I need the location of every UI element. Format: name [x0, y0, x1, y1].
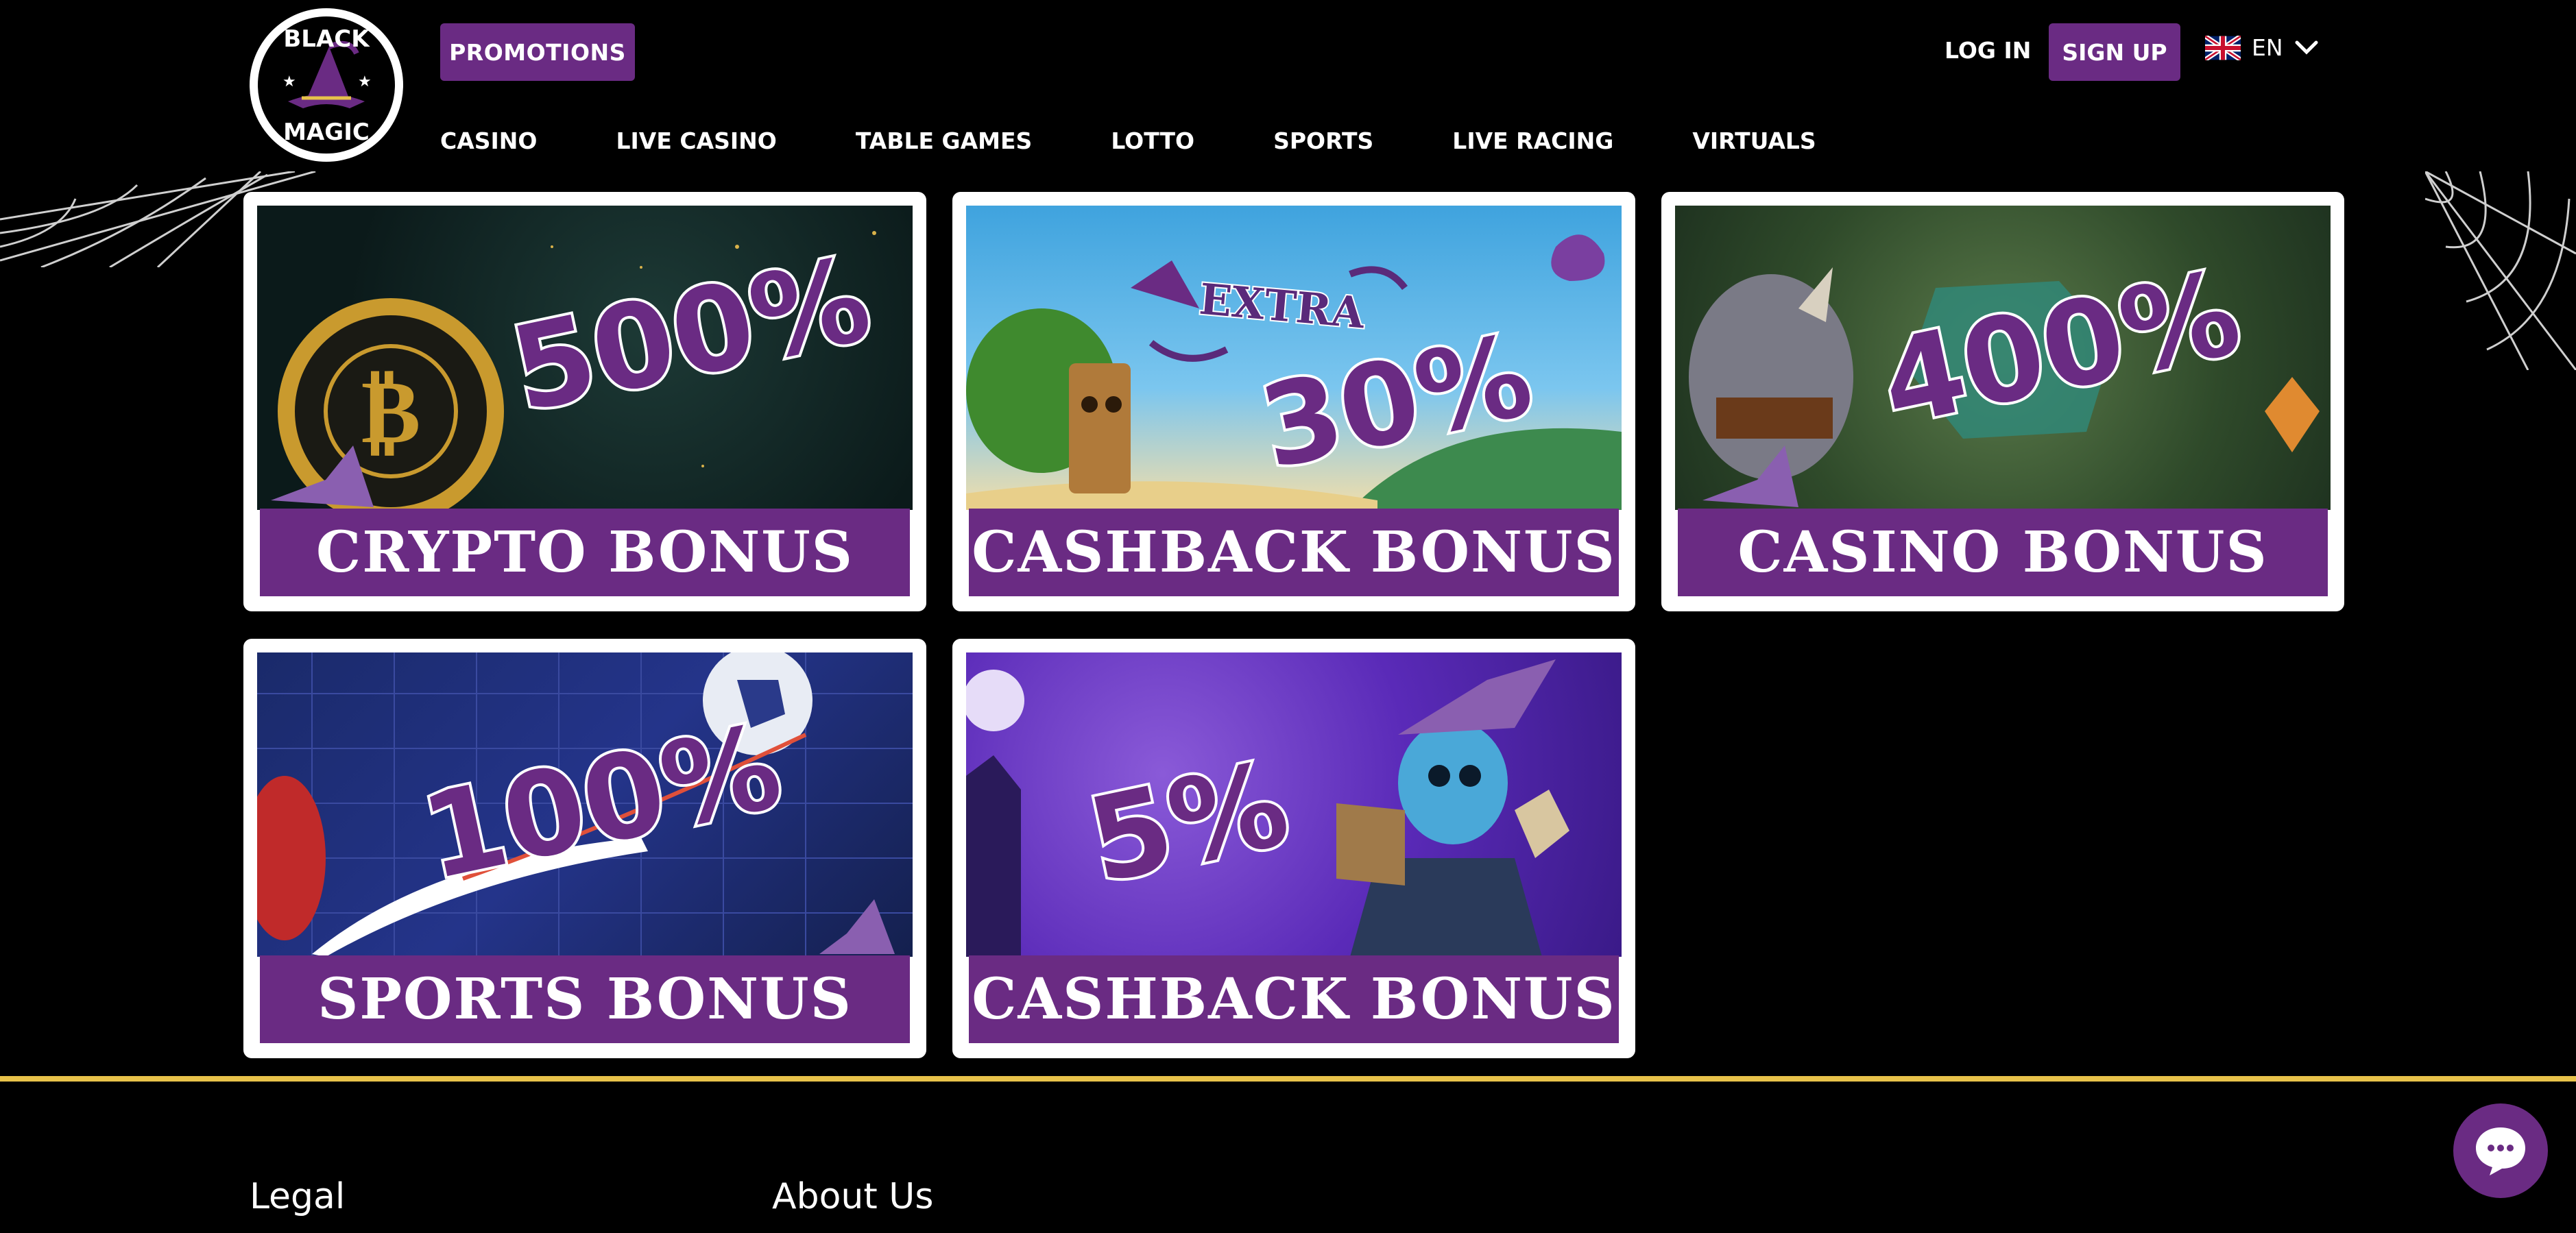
nav-lotto[interactable]: LOTTO [1111, 127, 1194, 154]
footer [0, 1082, 2576, 1233]
footer-divider [0, 1076, 2576, 1082]
promo-title: SPORTS BONUS [317, 966, 852, 1032]
language-code: EN [2252, 34, 2283, 61]
promo-image-cashback [966, 652, 1622, 957]
main-nav: CASINO LIVE CASINO TABLE GAMES LOTTO SPO… [440, 127, 1895, 154]
promo-title-bar: SPORTS BONUS [260, 955, 910, 1043]
svg-text:★: ★ [358, 73, 372, 90]
svg-text:★: ★ [282, 73, 296, 90]
svg-text:₿: ₿ [361, 359, 421, 463]
promotions-button[interactable]: PROMOTIONS [440, 23, 635, 81]
promo-title-bar: CASHBACK BONUS [969, 509, 1619, 596]
signup-button[interactable]: SIGN UP [2049, 23, 2180, 81]
skull-wizard-icon [966, 659, 1569, 957]
nav-live-racing[interactable]: LIVE RACING [1452, 127, 1613, 154]
nav-virtuals[interactable]: VIRTUALS [1692, 127, 1816, 154]
nav-casino[interactable]: CASINO [440, 127, 537, 154]
promo-card-crypto[interactable]: ₿ 500% CRYPTO BONUS [243, 192, 926, 611]
promo-title-bar: CASHBACK BONUS [969, 955, 1619, 1043]
language-selector[interactable]: EN [2205, 34, 2319, 61]
promo-card-sports[interactable]: 100% SPORTS BONUS [243, 639, 926, 1058]
promo-title: CASHBACK BONUS [972, 966, 1616, 1032]
footer-about-heading: About Us [772, 1176, 934, 1217]
nav-live-casino[interactable]: LIVE CASINO [616, 127, 776, 154]
promo-title: CASHBACK BONUS [972, 520, 1616, 585]
header: ★ ★ BLACK MAGIC PROMOTIONS CASINO LIVE C… [0, 0, 2576, 171]
logo-bottom-text: MAGIC [283, 119, 370, 146]
promo-card-cashback[interactable]: 5% CASHBACK BONUS [952, 639, 1635, 1058]
chat-button[interactable] [2453, 1103, 2548, 1198]
promo-title: CRYPTO BONUS [315, 520, 854, 585]
chat-bubble-icon [2476, 1127, 2525, 1175]
promo-title-bar: CRYPTO BONUS [260, 509, 910, 596]
chevron-down-icon [2295, 40, 2318, 55]
logo-top-text: BLACK [283, 25, 370, 53]
promo-card-cashback-extra[interactable]: EXTRA 30% CASHBACK BONUS [952, 192, 1635, 611]
nav-table-games[interactable]: TABLE GAMES [856, 127, 1032, 154]
footer-legal-heading: Legal [250, 1176, 346, 1217]
login-link[interactable]: LOG IN [1945, 37, 2031, 64]
promo-card-casino[interactable]: 400% CASINO BONUS [1661, 192, 2344, 611]
promo-title-bar: CASINO BONUS [1678, 509, 2328, 596]
cobweb-right-decor [2425, 171, 2576, 370]
promo-title: CASINO BONUS [1737, 520, 2268, 585]
black-magic-logo[interactable]: ★ ★ BLACK MAGIC [247, 5, 406, 164]
page: ★ ★ BLACK MAGIC PROMOTIONS CASINO LIVE C… [0, 0, 2576, 1233]
uk-flag-icon [2205, 35, 2241, 60]
nav-sports[interactable]: SPORTS [1273, 127, 1373, 154]
